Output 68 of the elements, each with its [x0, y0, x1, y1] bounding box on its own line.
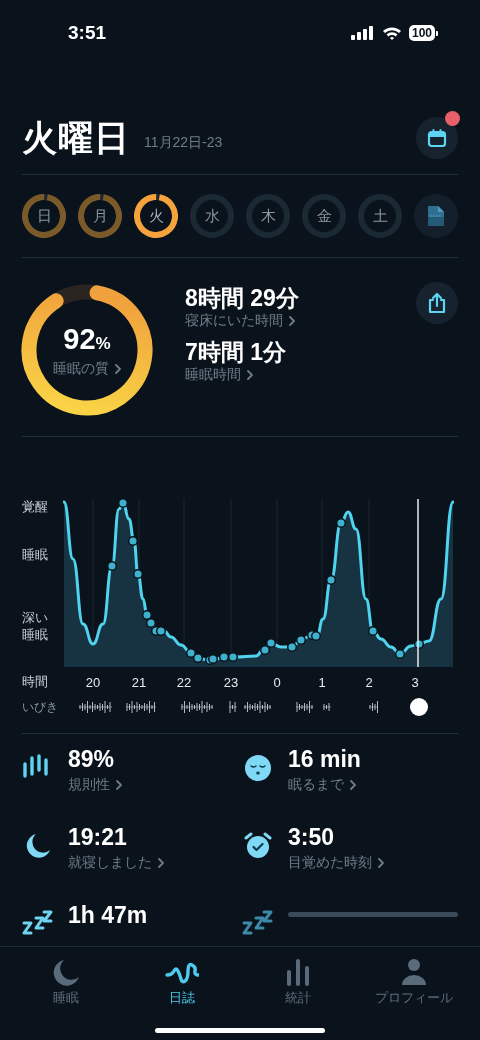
metric-link[interactable]: 睡眠時間	[185, 366, 416, 384]
signal-icon	[350, 26, 375, 40]
person-icon	[401, 958, 427, 986]
zzz-icon	[22, 910, 54, 936]
day-tab[interactable]: 土	[358, 194, 402, 238]
duration-value: 7時間 1分	[185, 338, 287, 366]
sleep-stage-label: 深い睡眠	[22, 609, 48, 643]
sleep-stage-label: 覚醒	[22, 499, 49, 514]
chevron-icon	[349, 779, 357, 791]
chevron-icon	[113, 362, 122, 375]
hour-label: 20	[85, 675, 101, 690]
day-tab[interactable]: 月	[78, 194, 122, 238]
day-tab[interactable]: 水	[190, 194, 234, 238]
nav-tab[interactable]: 統計	[240, 955, 356, 1007]
share-button[interactable]	[416, 282, 458, 324]
quality-score: 92%	[63, 322, 111, 357]
hour-label: 3	[411, 675, 419, 690]
stat-link[interactable]: 眠るまで	[288, 776, 361, 794]
nav-tab[interactable]: 日誌	[124, 955, 240, 1007]
nav-tab[interactable]: プロフィール	[356, 955, 472, 1007]
hour-label: 0	[273, 675, 281, 690]
duration-value: 8時間 29分	[185, 284, 300, 312]
chevron-icon	[246, 369, 254, 381]
battery-level: 100	[408, 25, 435, 41]
moon-icon	[24, 832, 52, 860]
hour-label: 22	[176, 675, 192, 690]
time-row-label: 時間	[22, 673, 49, 691]
clock-time: 3:51	[68, 22, 107, 44]
hour-label: 23	[223, 675, 239, 690]
wifi-icon	[381, 26, 402, 40]
metric-link[interactable]: 寝床にいた時間	[185, 312, 416, 330]
stat-value: 16 min	[288, 745, 361, 774]
nav-tab[interactable]: 睡眠	[8, 955, 124, 1007]
share-icon	[427, 292, 447, 314]
alarm-clock-icon	[244, 832, 272, 860]
stat-link[interactable]: 目覚めた時刻	[288, 854, 385, 872]
moon-icon	[51, 958, 81, 986]
report-button[interactable]	[414, 194, 458, 238]
stat-link[interactable]: 就寝しました	[68, 854, 165, 872]
day-tab[interactable]: 木	[246, 194, 290, 238]
day-tab[interactable]: 日	[22, 194, 66, 238]
zzz-icon	[242, 910, 274, 936]
day-tab[interactable]: 火	[134, 194, 178, 238]
stat-value: 89%	[68, 745, 116, 774]
sleepy-face-icon	[244, 754, 272, 782]
bar-chart-icon	[285, 958, 311, 986]
hour-label: 1	[318, 675, 326, 690]
stat-link[interactable]: 規則性	[68, 776, 123, 794]
snore-row-label: いびき	[22, 700, 59, 714]
day-title: 火曜日	[22, 116, 130, 159]
chevron-icon	[157, 857, 165, 869]
stat-value: 3:50	[288, 823, 336, 852]
chevron-icon	[288, 315, 296, 327]
playhead-handle[interactable]	[410, 698, 428, 716]
date-range: 11月22日-23	[144, 134, 224, 152]
calendar-button[interactable]	[416, 117, 458, 159]
chevron-icon	[377, 857, 385, 869]
stat-value: 1h 47m	[68, 901, 148, 930]
hour-label: 2	[365, 675, 373, 690]
day-tab[interactable]: 金	[302, 194, 346, 238]
chevron-icon	[115, 779, 123, 791]
stat-value: 19:21	[68, 823, 128, 852]
wave-icon	[165, 962, 199, 986]
sleep-stage-label: 睡眠	[22, 547, 49, 562]
document-icon	[427, 205, 445, 227]
calendar-icon	[427, 128, 447, 148]
hour-label: 21	[131, 675, 147, 690]
quality-link[interactable]: 睡眠の質	[52, 359, 122, 378]
